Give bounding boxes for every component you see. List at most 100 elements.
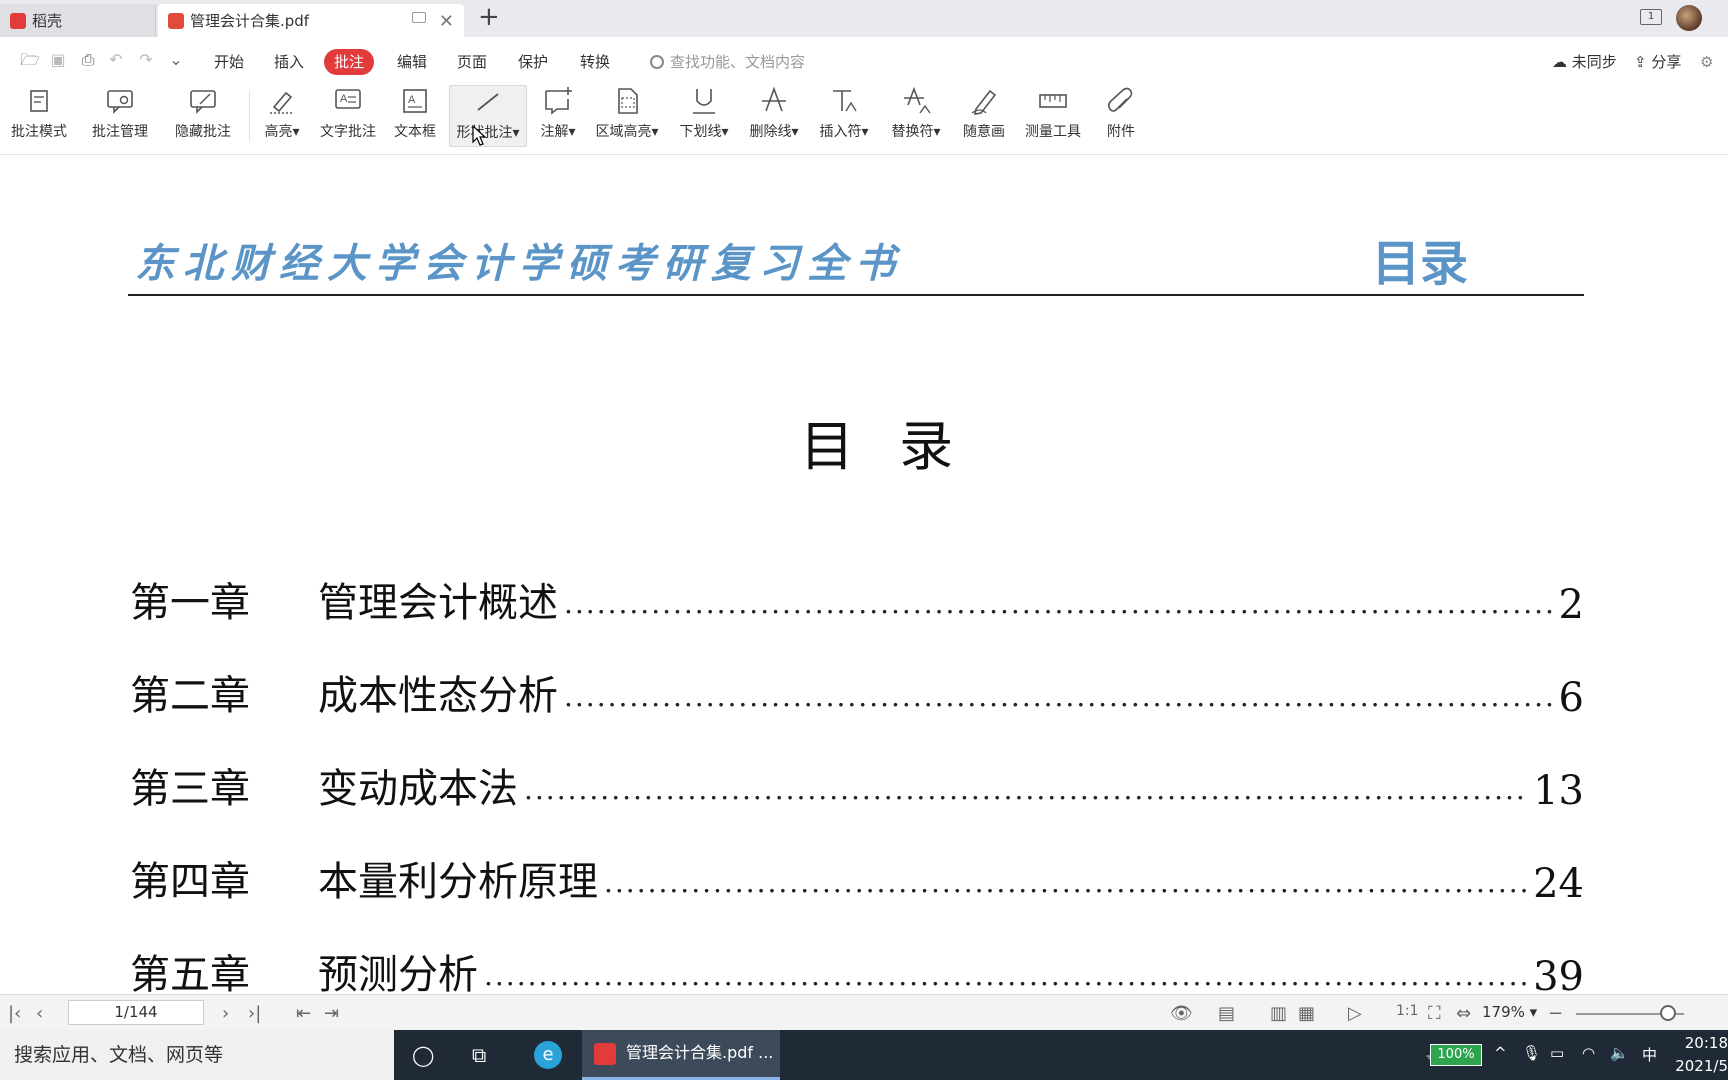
ribbon-label: 文字批注 xyxy=(320,124,376,140)
toc-leader-dots: ........................................… xyxy=(484,959,1527,992)
wps-app-icon xyxy=(594,1043,616,1065)
shape-annotation-button[interactable]: 形状批注▾ xyxy=(449,85,527,147)
toc-row[interactable]: 第二章 成本性态分析 .............................… xyxy=(130,661,1584,721)
textbox-button[interactable]: A 文本框 xyxy=(390,85,440,147)
continuous-page-icon[interactable]: ▥ xyxy=(1270,1003,1287,1024)
document-header-label: 目录 xyxy=(1372,236,1469,292)
freehand-button[interactable]: 随意画 xyxy=(958,85,1010,147)
zoom-select[interactable]: 179% ▾ xyxy=(1482,1003,1537,1021)
menu-bar: 🗁 ▣ ⎙ ↶ ↷ ⌄ 开始 插入 批注 编辑 页面 保护 转换 查找功能、文档… xyxy=(0,37,1728,83)
text-comment-icon: A xyxy=(335,89,361,109)
back-icon[interactable]: ⇤ xyxy=(296,1003,311,1024)
svg-text:A: A xyxy=(408,94,416,106)
last-page-icon[interactable]: ›| xyxy=(248,1003,261,1024)
window-count-icon[interactable]: 1 xyxy=(1640,9,1662,25)
menu-protect[interactable]: 保护 xyxy=(518,49,548,75)
battery-indicator[interactable]: 100% xyxy=(1430,1044,1482,1066)
menu-convert[interactable]: 转换 xyxy=(580,49,610,75)
toc-title: 本量利分析原理 xyxy=(318,859,598,905)
fit-page-icon[interactable]: ⛶ xyxy=(1428,1003,1441,1024)
chevron-up-icon[interactable]: ^ xyxy=(1494,1044,1507,1062)
ribbon-divider xyxy=(249,91,250,141)
ribbon-label: 替换符▾ xyxy=(891,124,941,140)
ribbon-label: 批注管理 xyxy=(92,124,148,140)
eye-protection-icon[interactable]: 👁 xyxy=(1170,1003,1193,1024)
system-clock[interactable]: 20:18 2021/5 xyxy=(1668,1032,1728,1078)
sync-label: 未同步 xyxy=(1571,53,1617,71)
print-icon[interactable]: ⎙ xyxy=(78,50,98,70)
menu-annotate[interactable]: 批注 xyxy=(324,49,375,75)
taskbar-app-label: 管理会计合集.pdf ... xyxy=(626,1043,774,1062)
tab-docer[interactable]: 稻壳 xyxy=(0,4,156,37)
toc-row[interactable]: 第四章 本量利分析原理 ............................… xyxy=(130,847,1584,907)
avatar[interactable] xyxy=(1676,5,1702,31)
underline-button[interactable]: 下划线▾ xyxy=(674,85,734,147)
menu-insert[interactable]: 插入 xyxy=(274,49,304,75)
area-highlight-icon xyxy=(618,88,638,114)
two-page-icon[interactable]: ▦ xyxy=(1298,1003,1315,1024)
new-tab-button[interactable]: + xyxy=(478,2,500,32)
close-tab-icon[interactable]: ✕ xyxy=(439,11,454,32)
toc-row[interactable]: 第五章 预测分析 ...............................… xyxy=(130,940,1584,994)
toc-chapter: 第四章 xyxy=(130,859,250,905)
highlight-button[interactable]: 高亮▾ xyxy=(258,85,306,147)
redo-icon[interactable]: ↷ xyxy=(136,50,156,70)
fit-width-icon[interactable]: ⇔ xyxy=(1456,1003,1471,1024)
play-icon[interactable]: ▷ xyxy=(1348,1003,1362,1024)
menu-home[interactable]: 开始 xyxy=(214,49,244,75)
task-view-icon[interactable]: ⧉ xyxy=(472,1043,486,1067)
zoom-out-icon[interactable]: − xyxy=(1548,1003,1563,1024)
measure-tool-button[interactable]: 测量工具 xyxy=(1018,85,1088,147)
attachment-button[interactable]: 附件 xyxy=(1098,85,1144,147)
ribbon-label: 形状批注▾ xyxy=(456,125,520,141)
note-button[interactable]: 注解▾ xyxy=(536,85,580,147)
chevron-down-icon[interactable]: ⌄ xyxy=(166,50,186,70)
toc-row[interactable]: 第一章 管理会计概述 .............................… xyxy=(130,568,1584,628)
shape-annotation-icon xyxy=(477,93,499,111)
area-highlight-button[interactable]: 区域高亮▾ xyxy=(590,85,664,147)
search-input[interactable]: 查找功能、文档内容 xyxy=(650,49,805,75)
document-viewport[interactable]: 东北财经大学会计学硕考研复习全书 目录 目 录 第一章 管理会计概述 .....… xyxy=(0,156,1728,994)
save-icon[interactable]: ▣ xyxy=(48,50,68,70)
ime-indicator[interactable]: 中 xyxy=(1642,1044,1657,1065)
toc-title: 管理会计概述 xyxy=(318,580,558,626)
annotation-ribbon: 批注模式 批注管理 隐藏批注 高亮▾ A 文字批注 A 文本框 形状批注▾ 注解… xyxy=(0,83,1728,155)
first-page-icon[interactable]: |‹ xyxy=(8,1003,21,1024)
annotation-mode-button[interactable]: 批注模式 xyxy=(4,85,74,147)
browser-icon[interactable]: e xyxy=(534,1041,562,1069)
page-number-input[interactable]: 1/144 xyxy=(68,1000,204,1025)
prev-page-icon[interactable]: ‹ xyxy=(36,1003,43,1024)
ribbon-label: 隐藏批注 xyxy=(175,124,231,140)
wifi-icon[interactable]: ◠ xyxy=(1582,1044,1595,1062)
tab-document[interactable]: 管理会计合集.pdf ✕ xyxy=(158,4,464,37)
strikethrough-button[interactable]: 删除线▾ xyxy=(744,85,804,147)
hide-annotation-button[interactable]: 隐藏批注 xyxy=(166,85,240,147)
open-folder-icon[interactable]: 🗁 xyxy=(20,50,40,70)
next-page-icon[interactable]: › xyxy=(222,1003,229,1024)
forward-icon[interactable]: ⇥ xyxy=(324,1003,339,1024)
ribbon-label: 附件 xyxy=(1107,124,1135,140)
volume-icon[interactable]: 🔈 xyxy=(1610,1044,1629,1062)
text-comment-button[interactable]: A 文字批注 xyxy=(316,85,380,147)
menu-page[interactable]: 页面 xyxy=(457,49,487,75)
sync-button[interactable]: ☁ 未同步 xyxy=(1552,49,1617,75)
taskbar-app-wps[interactable]: 管理会计合集.pdf ... xyxy=(582,1030,780,1080)
pdf-file-icon xyxy=(168,12,184,29)
annotation-manage-button[interactable]: 批注管理 xyxy=(84,85,156,147)
replace-caret-button[interactable]: 替换符▾ xyxy=(884,85,948,147)
cortana-icon[interactable]: ◯ xyxy=(412,1043,434,1067)
single-page-icon[interactable]: ▤ xyxy=(1218,1003,1235,1024)
menu-edit[interactable]: 编辑 xyxy=(397,49,427,75)
window-icon[interactable] xyxy=(412,12,426,23)
toc-row[interactable]: 第三章 变动成本法 ..............................… xyxy=(130,754,1584,814)
settings-gear-icon[interactable]: ⚙ xyxy=(1700,49,1713,75)
insert-caret-button[interactable]: 插入符▾ xyxy=(814,85,874,147)
undo-icon[interactable]: ↶ xyxy=(106,50,126,70)
battery-icon[interactable]: ▭ xyxy=(1550,1044,1564,1062)
textbox-icon: A xyxy=(403,89,427,113)
zoom-slider-handle[interactable] xyxy=(1660,1005,1676,1021)
share-button[interactable]: ⇪ 分享 xyxy=(1634,49,1681,75)
microphone-icon[interactable]: 🎙 xyxy=(1522,1044,1541,1062)
taskbar-search-input[interactable]: 搜索应用、文档、网页等 xyxy=(0,1030,394,1080)
actual-size-icon[interactable]: 1:1 xyxy=(1396,1003,1419,1019)
